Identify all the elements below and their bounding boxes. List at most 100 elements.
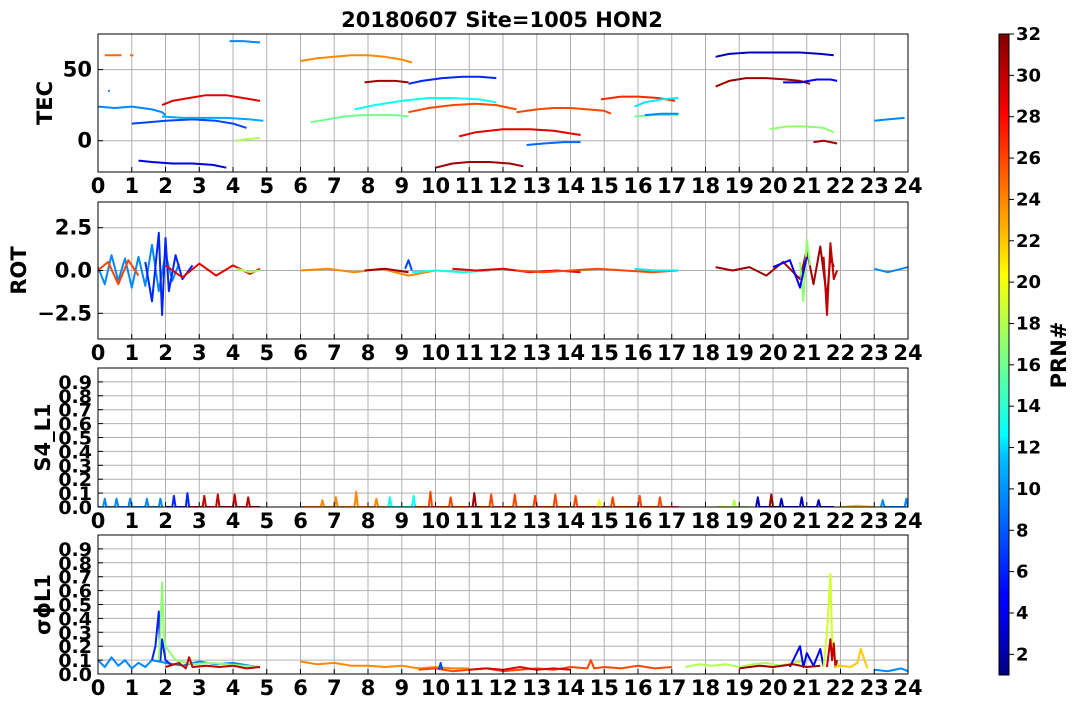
series-line-prn-31 — [715, 245, 835, 299]
x-tick-label: 9 — [394, 676, 409, 700]
x-tick-label: 3 — [192, 676, 207, 700]
tec-panel: 0 1 2 3 4 5 6 7 8 9 10 11 12 13 14 15 16 17 18 19 20 21 22 23 24… — [33, 33, 923, 198]
x-tick-label: 18 — [691, 341, 720, 365]
series-line-prn-31 — [768, 493, 774, 507]
x-tick-label: 22 — [826, 509, 855, 533]
x-tick-label: 9 — [394, 174, 409, 198]
x-tick-label: 19 — [725, 509, 754, 533]
colorbar-tick-label: 12 — [1016, 438, 1041, 459]
x-tick-label: 13 — [522, 341, 551, 365]
x-tick-label: 2 — [158, 509, 173, 533]
x-tick-label: 21 — [792, 676, 821, 700]
x-tick-label: 4 — [226, 509, 241, 533]
x-tick-label: 2 — [158, 341, 173, 365]
x-tick-label: 12 — [488, 676, 517, 700]
x-tick-label: 18 — [691, 174, 720, 198]
x-tick-label: 13 — [522, 174, 551, 198]
series-line-prn-4 — [138, 159, 227, 169]
series-line-prn-29 — [161, 94, 261, 107]
series-line-prn-20 — [596, 499, 602, 507]
x-tick-label: 12 — [488, 509, 517, 533]
x-tick-label: 12 — [488, 341, 517, 365]
x-tick-label: 0 — [91, 341, 106, 365]
series-line-prn-9 — [874, 667, 908, 673]
series-line-prn-26 — [516, 107, 612, 115]
x-tick-label: 23 — [860, 174, 889, 198]
x-tick-label: 11 — [455, 174, 484, 198]
x-tick-label: 24 — [893, 676, 922, 700]
x-tick-label: 15 — [590, 174, 619, 198]
x-tick-label: 1 — [124, 676, 139, 700]
y-axis-label: ROT — [7, 246, 31, 295]
x-tick-label: 11 — [455, 341, 484, 365]
colorbar-label: PRN# — [1047, 322, 1071, 389]
x-tick-label: 8 — [361, 676, 376, 700]
x-tick-label: 6 — [293, 509, 308, 533]
x-tick-label: 19 — [725, 174, 754, 198]
x-tick-label: 4 — [226, 174, 241, 198]
series-line-prn-9 — [874, 266, 908, 274]
colorbar-gradient — [998, 33, 1010, 676]
sigma-phi-panel: 0 1 2 3 4 5 6 7 8 9 10 11 12 13 14 15 16 17 18 19 20 21 22 23 24… — [31, 534, 923, 700]
series-line-prn-6 — [165, 492, 191, 507]
y-tick-label: 0.0 — [55, 259, 92, 283]
series-line-prn-8 — [526, 141, 581, 146]
x-tick-label: 23 — [860, 676, 889, 700]
colorbar-tick-label: 8 — [1016, 520, 1029, 541]
x-tick-label: 5 — [259, 341, 274, 365]
x-tick-label: 21 — [792, 509, 821, 533]
x-tick-label: 0 — [91, 676, 106, 700]
series-line-prn-24 — [300, 660, 470, 670]
y-tick-label: 2.5 — [55, 216, 92, 240]
series-line-prn-3 — [755, 496, 834, 507]
y-tick-label: 50 — [63, 58, 92, 82]
x-tick-label: 17 — [657, 174, 686, 198]
x-tick-label: 3 — [192, 509, 207, 533]
x-tick-label: 14 — [556, 174, 585, 198]
series-line-prn-24 — [300, 54, 413, 64]
x-tick-label: 10 — [421, 509, 450, 533]
x-tick-label: 22 — [826, 676, 855, 700]
x-tick-label: 1 — [124, 341, 139, 365]
colorbar-tick-label: 6 — [1016, 562, 1029, 583]
colorbar-tick-label: 4 — [1016, 603, 1029, 624]
y-axis-label: σϕL1 — [31, 574, 55, 635]
colorbar-tick-label: 16 — [1016, 355, 1041, 376]
y-tick-label: 0 — [77, 129, 92, 153]
x-tick-label: 16 — [623, 676, 652, 700]
colorbar-tick-label: 30 — [1016, 65, 1041, 86]
colorbar-tick-label: 10 — [1016, 479, 1041, 500]
x-tick-label: 1 — [124, 509, 139, 533]
x-tick-label: 7 — [327, 509, 342, 533]
x-tick-label: 15 — [590, 509, 619, 533]
colorbar-tick-label: 18 — [1016, 313, 1041, 334]
x-tick-label: 2 — [158, 676, 173, 700]
y-tick-label: 0.9 — [58, 372, 92, 394]
x-tick-label: 20 — [758, 509, 787, 533]
x-tick-label: 17 — [657, 341, 686, 365]
series-line-prn-31 — [435, 161, 524, 169]
x-tick-label: 6 — [293, 341, 308, 365]
prn-colorbar: 2468101214161820222426283032 PRN# — [998, 24, 1071, 676]
y-axis-label: TEC — [33, 81, 57, 125]
x-tick-label: 22 — [826, 341, 855, 365]
x-tick-label: 16 — [623, 174, 652, 198]
s4-panel: 0 1 2 3 4 5 6 7 8 9 10 11 12 13 14 15 16 17 18 19 20 21 22 23 24… — [31, 367, 923, 533]
x-tick-label: 3 — [192, 341, 207, 365]
series-line-prn-16 — [310, 114, 409, 124]
series-line-prn-6 — [151, 610, 173, 667]
x-tick-label: 7 — [327, 676, 342, 700]
x-tick-label: 4 — [226, 676, 241, 700]
colorbar-tick-label: 20 — [1016, 272, 1041, 293]
x-tick-label: 2 — [158, 174, 173, 198]
series-line-prn-22 — [833, 648, 869, 669]
rot-panel: 0 1 2 3 4 5 6 7 8 9 10 11 12 13 14 15 16 17 18 19 20 21 22 23 24… — [7, 201, 923, 365]
x-tick-label: 9 — [394, 341, 409, 365]
x-tick-label: 6 — [293, 676, 308, 700]
series-line-prn-9 — [229, 40, 261, 44]
x-tick-label: 8 — [361, 509, 376, 533]
x-tick-label: 21 — [792, 174, 821, 198]
series-line-prn-7 — [131, 118, 247, 129]
chart-title: 20180607 Site=1005 HON2 — [341, 8, 663, 32]
x-tick-label: 16 — [623, 341, 652, 365]
